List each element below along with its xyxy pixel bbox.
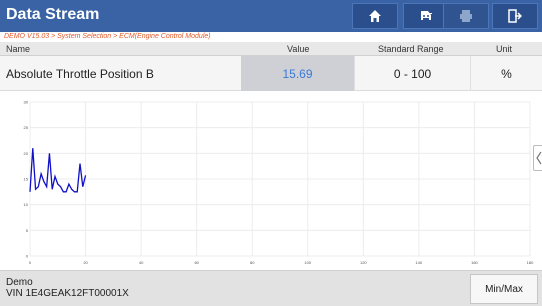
vin-label: VIN 1E4GEAK12FT00001X: [6, 288, 129, 299]
line-chart: 0 20 40 60 80 100 120 140 160 180 0 5 10 15 20 25 30: [24, 100, 535, 266]
column-header-value: Value: [287, 44, 310, 54]
x-tick-label: 40: [139, 260, 144, 265]
y-tick-label: 15: [24, 177, 29, 182]
breadcrumb: DEMO V15.03 > System Selection > ECM(Eng…: [4, 33, 211, 40]
x-tick-label: 120: [360, 260, 367, 265]
chevron-left-icon: [536, 151, 542, 165]
home-icon: [369, 10, 381, 22]
y-tick-label: 25: [24, 125, 29, 130]
exit-button[interactable]: [492, 3, 538, 29]
demo-label: Demo: [6, 277, 33, 288]
parameter-value: 15.69: [241, 56, 354, 91]
side-panel-handle[interactable]: [533, 145, 542, 171]
parameter-range: 0 - 100: [354, 56, 470, 91]
column-header-name: Name: [6, 44, 31, 54]
x-tick-label: 80: [250, 260, 255, 265]
y-tick-label: 10: [24, 202, 29, 207]
x-tick-label: 0: [29, 260, 32, 265]
y-tick-label: 0: [26, 254, 29, 259]
footer-bar: Demo VIN 1E4GEAK12FT00001X Min/Max: [0, 270, 542, 306]
exit-icon: [508, 9, 522, 23]
table-header: Name Value Standard Range Unit: [0, 42, 542, 56]
minmax-button[interactable]: Min/Max: [470, 274, 538, 304]
y-tick-label: 20: [24, 151, 29, 156]
y-tick-label: 5: [26, 228, 29, 233]
x-tick-label: 60: [194, 260, 199, 265]
print-button[interactable]: [443, 3, 489, 29]
x-tick-label: 100: [304, 260, 311, 265]
column-header-unit: Unit: [496, 44, 513, 54]
home-button[interactable]: [352, 3, 398, 29]
x-tick-label: 160: [471, 260, 478, 265]
car-icon: [421, 11, 432, 20]
print-icon: [460, 10, 472, 22]
x-tick-label: 180: [527, 260, 534, 265]
chart-area: 0 20 40 60 80 100 120 140 160 180 0 5 10 15 20 25 30: [0, 92, 542, 268]
table-row[interactable]: Absolute Throttle Position B 15.69 0 - 1…: [0, 56, 542, 91]
series-line: [29, 148, 87, 193]
x-tick-label: 140: [416, 260, 423, 265]
page-title: Data Stream: [6, 6, 100, 23]
x-tick-label: 20: [83, 260, 88, 265]
y-tick-label: 30: [24, 100, 29, 105]
parameter-unit: %: [470, 56, 542, 91]
column-header-standard-range: Standard Range: [378, 44, 444, 54]
header-bar: Data Stream: [0, 0, 542, 32]
parameter-name: Absolute Throttle Position B: [6, 66, 154, 81]
